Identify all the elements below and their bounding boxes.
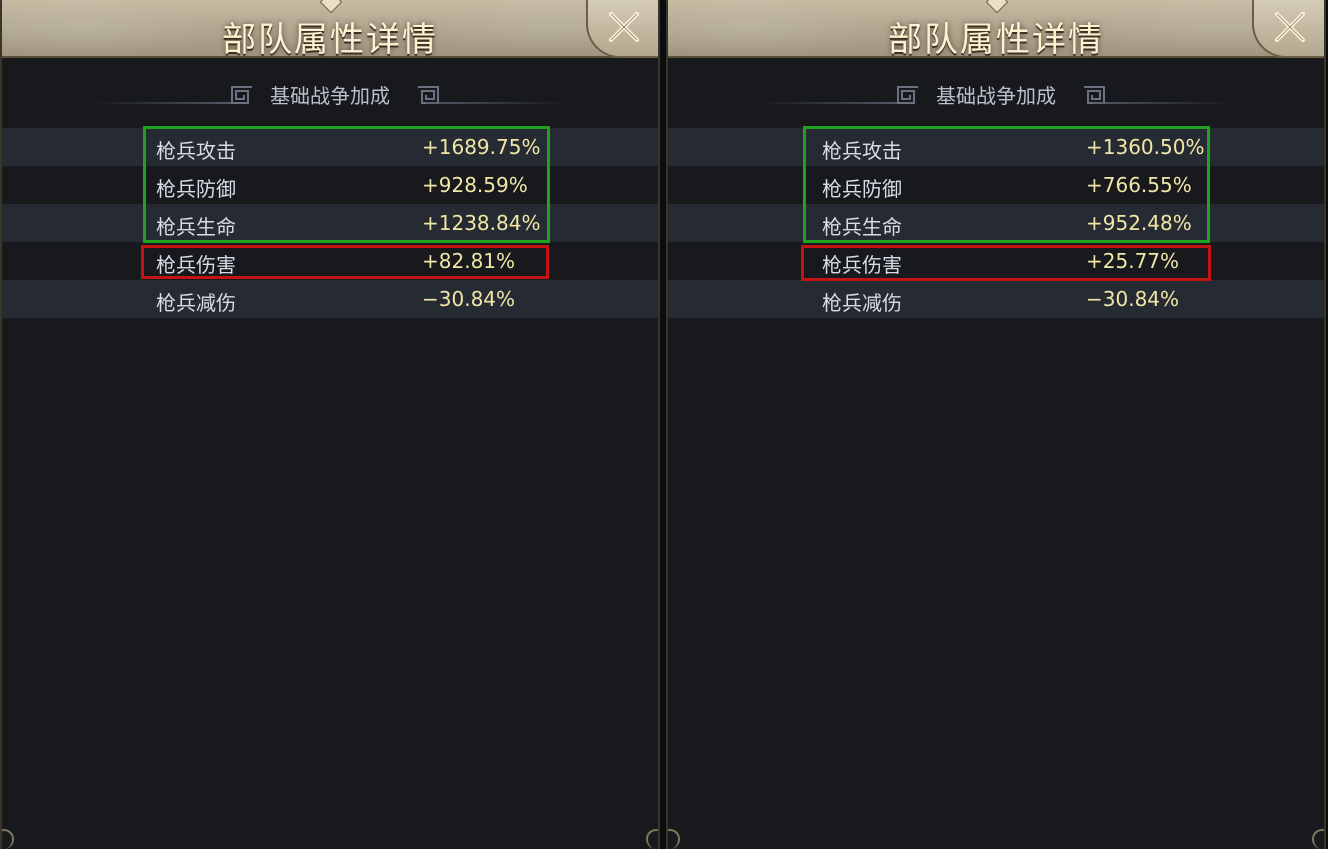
close-button[interactable] bbox=[586, 0, 658, 58]
stat-value: −30.84% bbox=[1086, 287, 1180, 311]
close-button[interactable] bbox=[1252, 0, 1324, 58]
panel-header: 部队属性详情 bbox=[2, 0, 658, 60]
stat-row: 枪兵生命 +1238.84% bbox=[2, 204, 658, 242]
stat-label: 枪兵攻击 bbox=[822, 139, 902, 163]
section-divider-right bbox=[426, 102, 566, 104]
stat-row: 枪兵攻击 +1360.50% bbox=[668, 128, 1324, 166]
close-icon bbox=[1275, 12, 1305, 42]
stat-value: +1689.75% bbox=[422, 135, 541, 159]
corner-ornament bbox=[646, 829, 658, 849]
stat-row: 枪兵攻击 +1689.75% bbox=[2, 128, 658, 166]
stat-row: 枪兵减伤 −30.84% bbox=[668, 280, 1324, 318]
stat-row: 枪兵伤害 +25.77% bbox=[668, 242, 1324, 280]
comparison-screen: 部队属性详情 基础战争加成 枪兵攻击 +1689.75% 枪兵防御 +928.5… bbox=[0, 0, 1328, 849]
stat-row: 枪兵生命 +952.48% bbox=[668, 204, 1324, 242]
section-header: 基础战争加成 bbox=[2, 78, 658, 108]
stat-row: 枪兵伤害 +82.81% bbox=[2, 242, 658, 280]
stat-value: +1238.84% bbox=[422, 211, 541, 235]
section-header: 基础战争加成 bbox=[668, 78, 1324, 108]
stat-label: 枪兵伤害 bbox=[822, 253, 902, 277]
stat-label: 枪兵生命 bbox=[156, 215, 236, 239]
panel-header: 部队属性详情 bbox=[668, 0, 1324, 60]
stat-value: +25.77% bbox=[1086, 249, 1180, 273]
stat-row: 枪兵减伤 −30.84% bbox=[2, 280, 658, 318]
stat-row: 枪兵防御 +766.55% bbox=[668, 166, 1324, 204]
stat-value: +1360.50% bbox=[1086, 135, 1205, 159]
unit-attribute-panel-right: 部队属性详情 基础战争加成 枪兵攻击 +1360.50% 枪兵防御 +766.5… bbox=[666, 0, 1326, 849]
stat-label: 枪兵生命 bbox=[822, 215, 902, 239]
stat-label: 枪兵攻击 bbox=[156, 139, 236, 163]
stat-label: 枪兵防御 bbox=[156, 177, 236, 201]
section-divider-right bbox=[1092, 102, 1232, 104]
close-icon bbox=[609, 12, 639, 42]
stat-label: 枪兵伤害 bbox=[156, 253, 236, 277]
panel-title: 部队属性详情 bbox=[888, 20, 1104, 60]
stat-value: −30.84% bbox=[422, 287, 516, 311]
stat-value: +82.81% bbox=[422, 249, 516, 273]
section-title: 基础战争加成 bbox=[936, 84, 1056, 108]
stat-label: 枪兵防御 bbox=[822, 177, 902, 201]
stat-value: +928.59% bbox=[422, 173, 528, 197]
panel-title: 部队属性详情 bbox=[222, 20, 438, 60]
stat-label: 枪兵减伤 bbox=[822, 291, 902, 315]
stat-value: +952.48% bbox=[1086, 211, 1192, 235]
corner-ornament bbox=[2, 829, 14, 849]
stat-value: +766.55% bbox=[1086, 173, 1192, 197]
unit-attribute-panel-left: 部队属性详情 基础战争加成 枪兵攻击 +1689.75% 枪兵防御 +928.5… bbox=[0, 0, 660, 849]
corner-ornament bbox=[1312, 829, 1324, 849]
section-title: 基础战争加成 bbox=[270, 84, 390, 108]
stat-row: 枪兵防御 +928.59% bbox=[2, 166, 658, 204]
corner-ornament bbox=[668, 829, 680, 849]
stat-label: 枪兵减伤 bbox=[156, 291, 236, 315]
